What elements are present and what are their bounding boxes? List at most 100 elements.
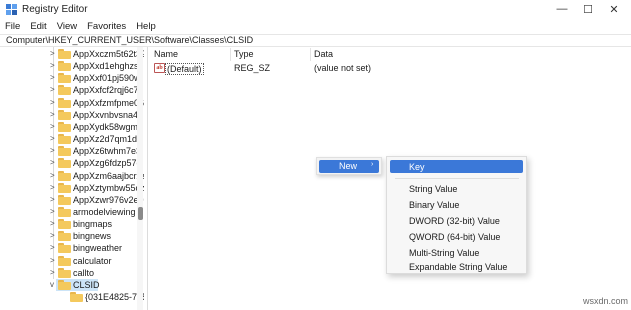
- close-icon[interactable]: ✕: [606, 2, 622, 16]
- registry-tree[interactable]: > AppXxczm5t62t39 > AppXxd1ehghzsv > AppXxf01…: [0, 47, 144, 310]
- value-row[interactable]: ab (Default) REG_SZ (value not set): [150, 62, 631, 75]
- folder-icon: [58, 73, 71, 84]
- menu-file[interactable]: File: [0, 20, 25, 34]
- expand-chevron-icon[interactable]: >: [50, 98, 55, 107]
- expand-chevron-icon[interactable]: >: [50, 134, 55, 143]
- submenu-item-qword-value[interactable]: QWORD (64-bit) Value: [409, 232, 500, 242]
- context-menu: New ›: [316, 157, 382, 175]
- tree-item[interactable]: > AppXxf01pj590w: [0, 72, 141, 84]
- tree-item-label: AppXz6twhm7e3: [73, 146, 142, 157]
- tree-item-label: AppXxvnbvsna40: [73, 109, 144, 120]
- expand-chevron-icon[interactable]: >: [50, 73, 55, 82]
- tree-item-label: CLSID: [73, 279, 100, 290]
- tree-item[interactable]: > AppXz6twhm7e3: [0, 145, 142, 157]
- collapse-chevron-icon[interactable]: v: [50, 280, 54, 289]
- expand-chevron-icon[interactable]: >: [50, 122, 55, 131]
- expand-chevron-icon[interactable]: >: [50, 183, 55, 192]
- tree-item-label: AppXzm6aajbcrxz: [73, 170, 144, 181]
- tree-item[interactable]: > bingweather: [0, 242, 138, 254]
- menu-separator: [395, 178, 519, 179]
- tree-item[interactable]: > AppXxvnbvsna40: [0, 109, 143, 121]
- tree-item[interactable]: > AppXxd1ehghzsv: [0, 60, 143, 72]
- submenu-item-string-value[interactable]: String Value: [409, 184, 457, 194]
- pane-splitter[interactable]: [147, 47, 148, 310]
- expand-chevron-icon[interactable]: >: [50, 85, 55, 94]
- menu-edit[interactable]: Edit: [25, 20, 51, 34]
- tree-item[interactable]: > AppXzg6fdzp57d: [0, 157, 142, 169]
- column-header-name[interactable]: Name: [154, 49, 178, 59]
- submenu-item-expandable-string-value[interactable]: Expandable String Value: [409, 262, 507, 272]
- folder-icon: [58, 134, 71, 145]
- folder-icon: [58, 194, 71, 205]
- tree-item-label: bingnews: [73, 231, 112, 242]
- value-list-header: Name Type Data: [150, 48, 631, 61]
- expand-chevron-icon[interactable]: >: [50, 256, 55, 265]
- tree-item[interactable]: > bingmaps: [0, 218, 138, 230]
- value-data: (value not set): [314, 63, 372, 73]
- submenu-item-binary-value[interactable]: Binary Value: [409, 200, 459, 210]
- menu-view[interactable]: View: [52, 20, 82, 34]
- tree-item[interactable]: > AppXzwr976v2e0: [0, 194, 144, 206]
- column-header-type[interactable]: Type: [234, 49, 254, 59]
- column-header-data[interactable]: Data: [314, 49, 333, 59]
- tree-item-label: AppXxf01pj590w: [73, 73, 141, 84]
- tree-item[interactable]: > AppXxfzmfpme06: [0, 97, 144, 109]
- tree-scrollbar-thumb[interactable]: [138, 207, 143, 220]
- tree-item-label: armodelviewing: [73, 206, 136, 217]
- registry-editor-app-icon: [6, 4, 17, 15]
- tree-item[interactable]: > AppXztymbw55cz: [0, 182, 144, 194]
- tree-item-label: AppXzg6fdzp57d: [73, 158, 142, 169]
- expand-chevron-icon[interactable]: >: [50, 49, 55, 58]
- expand-chevron-icon[interactable]: >: [50, 110, 55, 119]
- expand-chevron-icon[interactable]: >: [50, 268, 55, 277]
- folder-icon: [58, 206, 71, 217]
- menu-bar: File Edit View Favorites Help: [0, 20, 161, 34]
- value-name: (Default): [165, 63, 204, 75]
- tree-item[interactable]: > AppXxczm5t62t39: [0, 48, 144, 60]
- tree-subitem[interactable]: {031E4825-785: [0, 291, 144, 303]
- expand-chevron-icon[interactable]: >: [50, 171, 55, 180]
- tree-item[interactable]: > calculator: [0, 255, 138, 267]
- minimize-icon[interactable]: —: [554, 2, 570, 16]
- tree-item[interactable]: v CLSID: [0, 278, 138, 291]
- tree-item[interactable]: > callto: [0, 267, 138, 279]
- column-divider[interactable]: [310, 48, 311, 61]
- expand-chevron-icon[interactable]: >: [50, 243, 55, 252]
- submenu-item-dword-value[interactable]: DWORD (32-bit) Value: [409, 216, 500, 226]
- tree-item[interactable]: > armodelviewing: [0, 206, 138, 218]
- folder-icon: [58, 182, 71, 193]
- tree-item[interactable]: > bingnews: [0, 230, 138, 242]
- expand-chevron-icon[interactable]: >: [50, 219, 55, 228]
- expand-chevron-icon[interactable]: >: [50, 207, 55, 216]
- menu-favorites[interactable]: Favorites: [82, 20, 131, 34]
- maximize-icon[interactable]: ☐: [580, 2, 596, 16]
- folder-icon: [58, 158, 71, 169]
- tree-item[interactable]: > AppXydk58wgm4: [0, 121, 143, 133]
- tree-item-label: AppXydk58wgm4: [73, 121, 144, 132]
- address-bar[interactable]: Computer\HKEY_CURRENT_USER\Software\Clas…: [0, 34, 631, 47]
- value-type: REG_SZ: [234, 63, 271, 73]
- expand-chevron-icon[interactable]: >: [50, 231, 55, 240]
- expand-chevron-icon[interactable]: >: [50, 146, 55, 155]
- tree-scrollbar-track[interactable]: [137, 47, 143, 310]
- expand-chevron-icon[interactable]: >: [50, 195, 55, 204]
- tree-item[interactable]: > AppXz2d7qm1dn: [0, 133, 142, 145]
- tree-item-label: bingmaps: [73, 219, 113, 230]
- tree-item-label: AppXxczm5t62t39: [73, 49, 144, 59]
- tree-item-label: AppXxd1ehghzsv: [73, 61, 144, 72]
- window-title: Registry Editor: [22, 4, 88, 15]
- tree-item[interactable]: > AppXzm6aajbcrxz: [0, 170, 144, 182]
- expand-chevron-icon[interactable]: >: [50, 61, 55, 70]
- menu-help[interactable]: Help: [131, 20, 161, 34]
- submenu-arrow-icon: ›: [371, 161, 374, 168]
- folder-icon: [58, 121, 71, 132]
- folder-icon: [58, 49, 71, 59]
- title-bar: Registry Editor — ☐ ✕: [0, 0, 631, 20]
- watermark: wsxdn.com: [583, 296, 629, 306]
- tree-item[interactable]: > AppXxfcf2rqj6c7: [0, 84, 139, 96]
- tree-item-label: bingweather: [73, 243, 123, 254]
- folder-icon: [58, 109, 71, 120]
- expand-chevron-icon[interactable]: >: [50, 158, 55, 167]
- submenu-item-multi-string-value[interactable]: Multi-String Value: [409, 248, 479, 258]
- column-divider[interactable]: [230, 48, 231, 61]
